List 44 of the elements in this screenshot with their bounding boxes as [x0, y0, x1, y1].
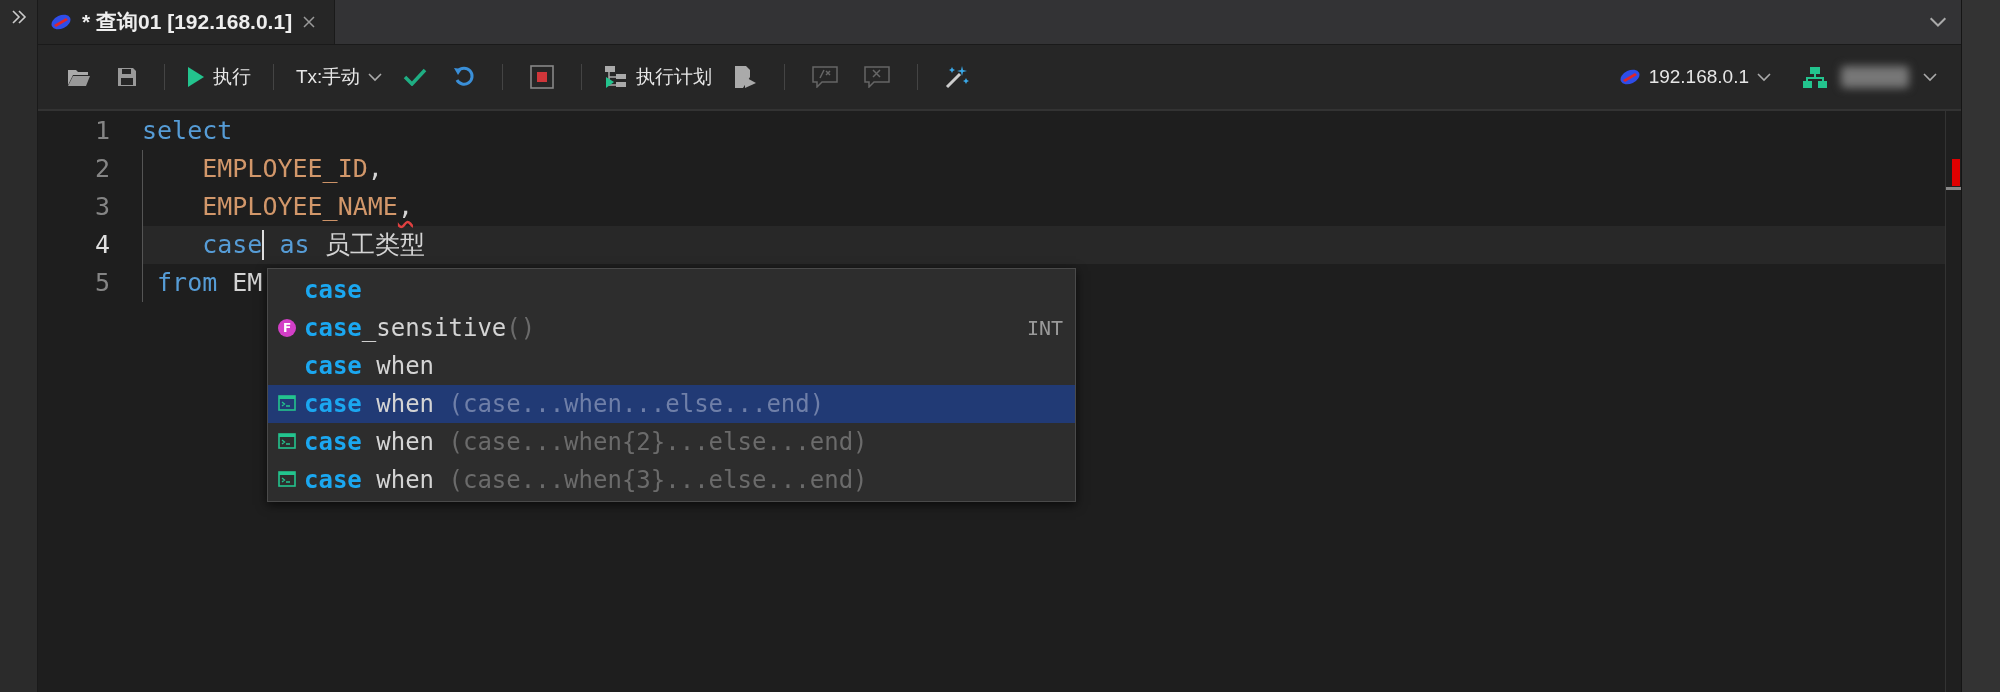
- chevron-down-icon[interactable]: [1929, 16, 1947, 28]
- completion-item[interactable]: case: [268, 271, 1075, 309]
- close-icon[interactable]: [302, 15, 317, 29]
- chevron-down-icon: [1757, 72, 1771, 82]
- database-icon: [50, 14, 72, 30]
- completion-item[interactable]: case when: [268, 347, 1075, 385]
- line-number: 5: [93, 267, 110, 299]
- line-number: 1: [93, 115, 110, 147]
- blurred-redaction: [1841, 66, 1909, 88]
- completion-item[interactable]: case when (case...when...else...end): [268, 385, 1075, 423]
- completion-item[interactable]: case when (case...when{2}...else...end): [268, 423, 1075, 461]
- line-number: 4: [93, 229, 110, 261]
- save-icon[interactable]: [117, 67, 137, 87]
- document-play-icon[interactable]: [733, 65, 758, 89]
- chevron-down-icon: [1923, 72, 1937, 82]
- transaction-mode-dropdown[interactable]: Tx:手动: [288, 64, 391, 90]
- terminal-icon: [278, 433, 296, 449]
- play-icon: [187, 66, 205, 88]
- undo-icon[interactable]: [453, 66, 476, 88]
- execution-plan-button[interactable]: 执行计划: [596, 64, 721, 90]
- query-tab[interactable]: * 查询01 [192.168.0.1]: [38, 0, 336, 44]
- code-line: EMPLOYEE_NAME,: [142, 188, 1945, 226]
- terminal-icon: [278, 395, 296, 411]
- plan-tree-icon: [604, 65, 629, 89]
- line-number: 3: [93, 191, 110, 223]
- scrollbar-thumb[interactable]: [1946, 187, 1961, 190]
- function-badge: F: [278, 319, 296, 337]
- completion-item[interactable]: F case_sensitive() INT: [268, 309, 1075, 347]
- stop-icon[interactable]: [530, 65, 555, 89]
- expand-icon[interactable]: [10, 10, 27, 24]
- magic-wand-icon[interactable]: [945, 65, 970, 89]
- checkmark-icon[interactable]: [403, 68, 428, 86]
- completion-item[interactable]: case when (case...when{3}...else...end): [268, 461, 1075, 499]
- code-line: select: [142, 115, 234, 147]
- run-button[interactable]: 执行: [179, 64, 259, 90]
- database-icon: [1618, 69, 1641, 85]
- folder-icon[interactable]: [67, 67, 91, 87]
- network-icon: [1803, 66, 1827, 88]
- connection-dropdown[interactable]: 192.168.0.1: [1610, 66, 1779, 88]
- code-line: EMPLOYEE_ID,: [142, 150, 1945, 188]
- terminal-icon: [278, 471, 296, 487]
- chevron-down-icon: [368, 72, 383, 82]
- error-marker: [1952, 159, 1960, 186]
- line-number: 2: [93, 153, 110, 185]
